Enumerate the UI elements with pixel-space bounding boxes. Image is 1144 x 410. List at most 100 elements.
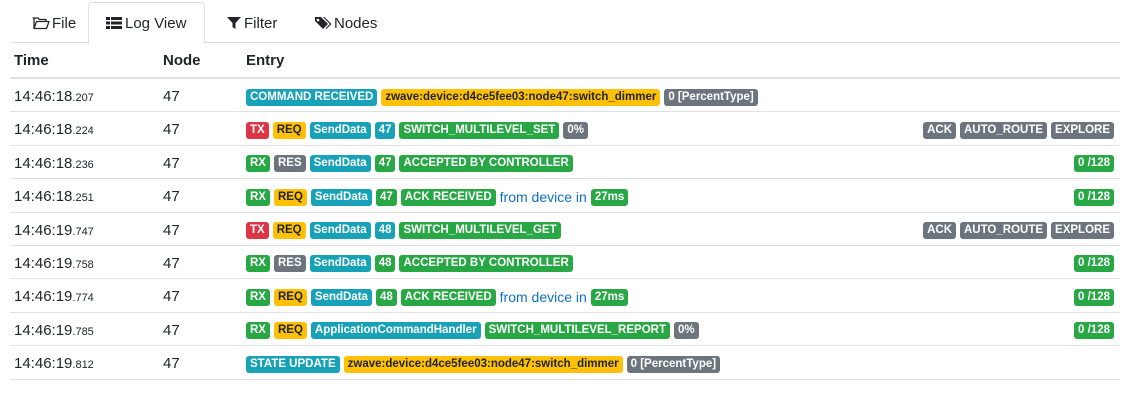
entry-badge: SendData — [309, 222, 371, 240]
time-value: 14:46:19 — [14, 288, 73, 306]
entry-badge: RX — [246, 188, 270, 206]
entry-badge: REQ — [273, 288, 307, 306]
entry-badge: 27ms — [590, 188, 629, 206]
time-value: 14:46:19 — [14, 254, 73, 272]
time-value: 14:46:19 — [14, 355, 73, 373]
entry-cell: RX REQ SendData 47 ACK RECEIVED from device i… — [246, 187, 1120, 207]
entry-flags: 0 /128 — [1074, 322, 1114, 340]
table-row[interactable]: 14:46:19.774 47 RX REQ SendData 48 ACK RECEIVE… — [10, 279, 1120, 313]
time-value: 14:46:19 — [14, 321, 73, 339]
entry-badges: RX REQ SendData 47 ACK RECEIVED from device i… — [246, 188, 1074, 206]
tab-log-view[interactable]: Log View — [88, 2, 205, 44]
node-cell: 47 — [163, 154, 180, 172]
entry-badge: REQ — [272, 222, 306, 240]
time-value: 14:46:18 — [14, 88, 73, 105]
entry-badge: SendData — [309, 155, 371, 173]
entry-badge: ACK RECEIVED — [400, 188, 496, 206]
tab-nodes[interactable]: Nodes — [298, 2, 393, 44]
column-header-node: Node — [163, 52, 201, 69]
entry-cell: COMMAND RECEIVED zwave:device:d4ce5fee03:… — [246, 87, 1120, 107]
table-body: 14:46:18.207 47 COMMAND RECEIVED zwave:devi… — [10, 79, 1120, 380]
time-cell: 14:46:19.747 — [14, 222, 94, 239]
entry-badge: 0 [PercentType] — [626, 355, 721, 373]
tab-label: Filter — [244, 14, 278, 32]
table-row[interactable]: 14:46:18.251 47 RX REQ SendData 47 ACK RECEIVE… — [10, 179, 1120, 213]
flag-badge: ACK — [923, 222, 956, 240]
entry-flags: 0 /128 — [1074, 288, 1114, 306]
entry-flags: ACK AUTO_ROUTE EXPLORE — [923, 121, 1114, 139]
time-milliseconds: .747 — [72, 225, 94, 238]
entry-flags: 0 /128 — [1074, 188, 1114, 206]
entry-badge: 48 — [374, 222, 396, 240]
tab-bar: File Log View Filter Nodes — [10, 0, 1120, 44]
entry-badge: SendData — [309, 255, 371, 273]
time-milliseconds: .812 — [72, 359, 94, 372]
tab-label: File — [52, 14, 77, 32]
entry-cell: RX REQ ApplicationCommandHandler SWITCH_MUL… — [246, 321, 1120, 341]
entry-badge: RES — [273, 255, 306, 273]
filter-icon — [227, 17, 241, 29]
tags-icon — [315, 17, 332, 29]
tab-label: Nodes — [334, 14, 378, 32]
time-cell: 14:46:19.758 — [14, 255, 94, 272]
folder-open-icon — [32, 17, 50, 30]
node-cell: 47 — [163, 321, 180, 339]
log-table: Time Node Entry 14:46:18.207 47 COMMAND RE… — [10, 43, 1120, 380]
time-cell: 14:46:18.207 — [14, 88, 94, 105]
table-row[interactable]: 14:46:18.224 47 TX REQ SendData 47 SWITCH_MULT… — [10, 112, 1120, 146]
entry-badge: ACCEPTED BY CONTROLLER — [399, 155, 573, 173]
table-header: Time Node Entry — [10, 43, 1120, 79]
time-value: 14:46:19 — [14, 221, 73, 239]
flag-badge: EXPLORE — [1051, 121, 1114, 139]
tab-file[interactable]: File — [16, 2, 92, 44]
entry-flags: ACK AUTO_ROUTE EXPLORE — [923, 222, 1114, 240]
table-row[interactable]: 14:46:18.207 47 COMMAND RECEIVED zwave:devi… — [10, 79, 1120, 113]
time-milliseconds: .236 — [72, 158, 94, 171]
flag-badge: ACK — [923, 121, 956, 139]
flag-badge: 0 /128 — [1074, 255, 1114, 273]
entry-badge: TX — [246, 222, 269, 240]
node-cell: 47 — [163, 88, 180, 105]
entry-badge: 47 — [375, 188, 397, 206]
table-row[interactable]: 14:46:18.236 47 RX RES SendData 47 ACCEPTED BY… — [10, 146, 1120, 180]
flag-badge: 0 /128 — [1074, 288, 1114, 306]
table-row[interactable]: 14:46:19.758 47 RX RES SendData 48 ACCEPTED BY… — [10, 246, 1120, 280]
entry-badge: RX — [246, 255, 270, 273]
entry-badges: STATE UPDATE zwave:device:d4ce5fee03:node… — [246, 355, 1114, 373]
entry-badge: RES — [273, 155, 306, 173]
entry-cell: RX RES SendData 47 ACCEPTED BY CONTROLLER 0 /… — [246, 154, 1120, 174]
table-row[interactable]: 14:46:19.785 47 RX REQ ApplicationCommandHan… — [10, 313, 1120, 347]
table-row[interactable]: 14:46:19.812 47 STATE UPDATE zwave:device:d… — [10, 346, 1120, 380]
entry-badge: zwave:device:d4ce5fee03:node47:switch_di… — [381, 88, 661, 106]
entry-badges: TX REQ SendData 47 SWITCH_MULTILEVEL_SET 0% — [246, 121, 923, 139]
flag-badge: 0 /128 — [1074, 155, 1114, 173]
flag-badge: EXPLORE — [1051, 222, 1114, 240]
entry-text: from device in — [499, 289, 587, 306]
entry-badge: 48 — [374, 255, 396, 273]
entry-badges: RX REQ ApplicationCommandHandler SWITCH_MUL… — [246, 322, 1074, 340]
node-cell: 47 — [163, 221, 180, 239]
entry-badge: COMMAND RECEIVED — [246, 88, 378, 106]
entry-badge: ACK RECEIVED — [400, 288, 496, 306]
time-milliseconds: .207 — [72, 92, 94, 104]
flag-badge: AUTO_ROUTE — [960, 121, 1048, 139]
tab-filter[interactable]: Filter — [210, 2, 293, 44]
time-value: 14:46:18 — [14, 188, 73, 206]
entry-badge: RX — [246, 288, 270, 306]
time-value: 14:46:18 — [14, 154, 73, 172]
entry-text: from device in — [499, 189, 587, 206]
entry-badge: SWITCH_MULTILEVEL_REPORT — [484, 322, 670, 340]
column-header-time: Time — [14, 52, 49, 69]
entry-badge: 27ms — [590, 288, 629, 306]
entry-badge: ApplicationCommandHandler — [310, 322, 481, 340]
time-milliseconds: .758 — [72, 258, 94, 271]
node-cell: 47 — [163, 355, 180, 373]
table-row[interactable]: 14:46:19.747 47 TX REQ SendData 48 SWITCH_MULT… — [10, 213, 1120, 246]
entry-badge: ACCEPTED BY CONTROLLER — [399, 255, 573, 273]
time-cell: 14:46:18.224 — [14, 121, 94, 138]
time-cell: 14:46:19.774 — [14, 288, 94, 305]
entry-badges: COMMAND RECEIVED zwave:device:d4ce5fee03:… — [246, 88, 1114, 106]
tab-label: Log View — [125, 14, 187, 32]
entry-badge: TX — [246, 121, 269, 139]
entry-badge: 48 — [375, 288, 397, 306]
